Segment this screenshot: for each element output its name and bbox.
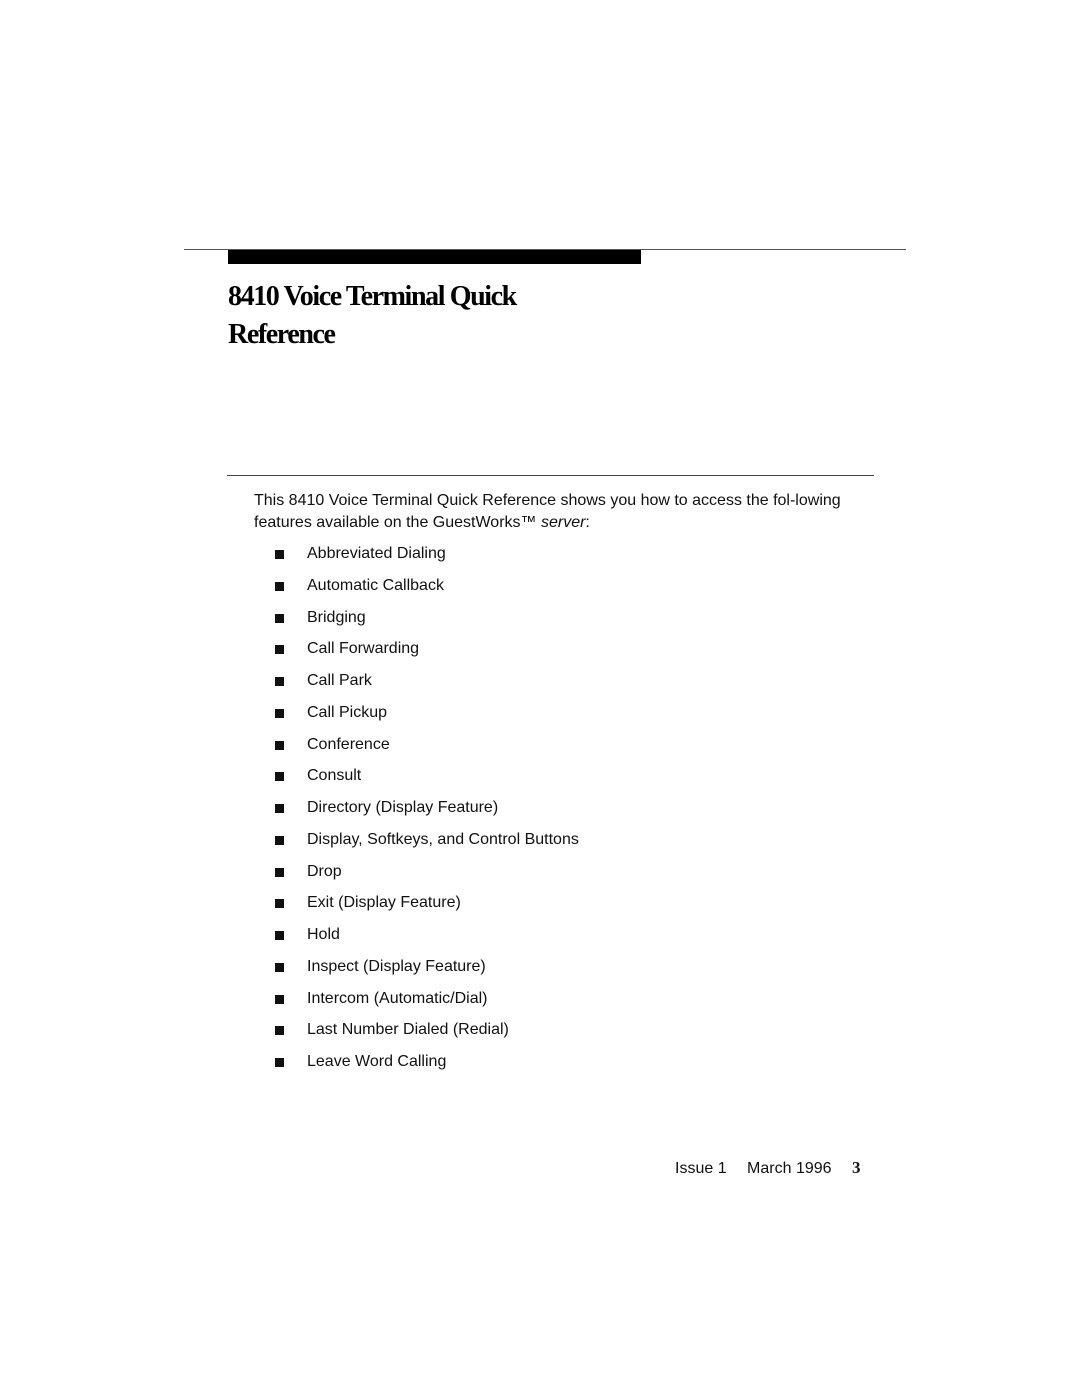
feature-label: Exit (Display Feature) (307, 894, 461, 912)
list-item: Conference (275, 733, 579, 765)
feature-list: Abbreviated Dialing Automatic Callback B… (275, 542, 579, 1082)
square-bullet-icon (275, 613, 284, 623)
chapter-title-line-1: 8410 Voice Terminal Quick (228, 281, 517, 312)
square-bullet-icon (275, 804, 284, 813)
list-item: Call Forwarding (275, 637, 579, 669)
feature-label: Abbreviated Dialing (307, 545, 446, 562)
page-number: 3 (852, 1158, 861, 1177)
feature-label: Bridging (307, 608, 366, 626)
list-item: Last Number Dialed (Redial) (275, 1018, 579, 1050)
square-bullet-icon (275, 645, 284, 655)
page-footer: Issue 1 March 1996 3 (675, 1157, 861, 1180)
square-bullet-icon (275, 867, 284, 877)
intro-text-end: : (585, 514, 590, 531)
square-bullet-icon (275, 994, 284, 1004)
list-item: Leave Word Calling (275, 1050, 579, 1082)
square-bullet-icon (275, 962, 284, 972)
feature-label: Call Forwarding (307, 640, 420, 658)
list-item: Abbreviated Dialing (275, 542, 579, 574)
square-bullet-icon (275, 772, 284, 782)
square-bullet-icon (275, 1026, 284, 1036)
square-bullet-icon (275, 581, 284, 591)
list-item: Exit (Display Feature) (275, 891, 579, 923)
list-item: Directory (Display Feature) (275, 796, 579, 828)
list-item: Call Pickup (275, 701, 579, 733)
square-bullet-icon (275, 835, 284, 845)
chapter-title: 8410 Voice Terminal Quick Reference (228, 278, 728, 354)
intro-italic-term: server (540, 514, 586, 531)
list-item: Automatic Callback (275, 574, 579, 606)
square-bullet-icon (275, 677, 284, 686)
chapter-title-bar (228, 250, 641, 264)
list-item: Bridging (275, 606, 579, 638)
feature-label: Display, Softkeys, and Control Buttons (307, 830, 579, 848)
feature-label: Call Pickup (307, 703, 388, 721)
feature-label: Leave Word Calling (307, 1053, 447, 1070)
square-bullet-icon (275, 550, 284, 559)
feature-label: Inspect (Display Feature) (307, 957, 486, 975)
square-bullet-icon (275, 708, 284, 718)
feature-label: Directory (Display Feature) (307, 799, 499, 816)
feature-label: Intercom (Automatic/Dial) (307, 989, 488, 1007)
list-item: Call Park (275, 669, 579, 701)
feature-label: Hold (307, 926, 340, 943)
feature-label: Last Number Dialed (Redial) (307, 1021, 509, 1039)
square-bullet-icon (275, 931, 284, 940)
feature-label: Call Park (307, 672, 372, 689)
list-item: Hold (275, 923, 579, 955)
issue-date: March 1996 (747, 1160, 832, 1177)
feature-label: Automatic Callback (307, 576, 444, 594)
square-bullet-icon (275, 899, 284, 909)
chapter-title-line-2: Reference (228, 319, 336, 350)
feature-label: Conference (307, 735, 390, 753)
list-item: Display, Softkeys, and Control Buttons (275, 828, 579, 860)
square-bullet-icon (275, 1058, 284, 1067)
intro-paragraph: This 8410 Voice Terminal Quick Reference… (254, 490, 874, 534)
feature-label: Drop (307, 862, 342, 880)
feature-label: Consult (307, 767, 362, 785)
list-item: Intercom (Automatic/Dial) (275, 987, 579, 1019)
section-rule (227, 475, 874, 476)
square-bullet-icon (275, 740, 284, 750)
issue-label: Issue 1 (675, 1160, 727, 1177)
list-item: Drop (275, 860, 579, 892)
list-item: Consult (275, 764, 579, 796)
list-item: Inspect (Display Feature) (275, 955, 579, 987)
